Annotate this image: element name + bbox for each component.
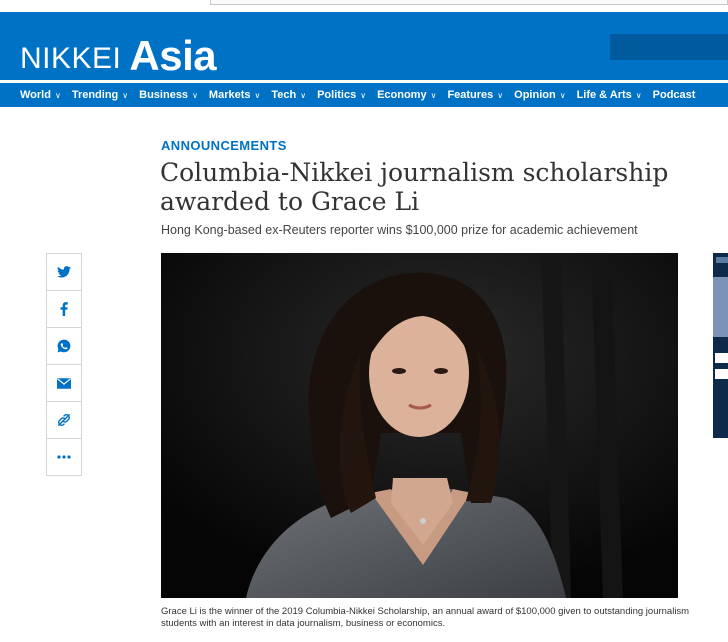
nav-item-tech[interactable]: Tech ∨	[271, 89, 306, 101]
article-subhead: Hong Kong-based ex-Reuters reporter wins…	[161, 223, 638, 237]
article-headline: Columbia-Nikkei journalism scholarship a…	[160, 158, 669, 216]
nav-item-opinion[interactable]: Opinion ∨	[514, 89, 565, 101]
site-logo[interactable]: NIKKEI Asia	[20, 30, 217, 79]
more-icon	[57, 455, 71, 459]
logo-asia: Asia	[129, 32, 217, 79]
share-whatsapp-button[interactable]	[47, 328, 81, 365]
nav-item-label: Life & Arts	[576, 89, 632, 101]
side-advertisement[interactable]	[713, 253, 728, 438]
nav-item-label: Economy	[377, 89, 427, 101]
chevron-down-icon: ∨	[192, 90, 198, 100]
share-twitter-button[interactable]	[47, 254, 81, 291]
address-bar[interactable]	[210, 0, 728, 5]
whatsapp-icon	[57, 339, 71, 353]
ad-text-block	[715, 369, 728, 379]
share-facebook-button[interactable]	[47, 291, 81, 328]
nav-list: World ∨ Trending ∨ Business ∨ Markets ∨ Tech ∨ Pol…	[0, 83, 728, 107]
main-nav: World ∨ Trending ∨ Business ∨ Markets ∨ Tech ∨ Pol…	[0, 83, 728, 107]
share-link-button[interactable]	[47, 402, 81, 439]
nav-item-features[interactable]: Features ∨	[447, 89, 503, 101]
chevron-down-icon: ∨	[300, 90, 307, 100]
nav-item-trending[interactable]: Trending ∨	[72, 89, 128, 101]
nav-item-label: Politics	[317, 89, 357, 101]
chevron-down-icon: ∨	[360, 90, 367, 100]
nav-item-label: Trending	[71, 89, 119, 101]
nav-item-politics[interactable]: Politics ∨	[317, 89, 366, 101]
chevron-down-icon: ∨	[254, 90, 261, 100]
twitter-icon	[57, 266, 71, 278]
header-search-box[interactable]	[610, 34, 728, 60]
nav-item-life-arts[interactable]: Life & Arts ∨	[577, 89, 642, 101]
nav-item-label: Features	[447, 89, 494, 101]
logo-nikkei: NIKKEI	[20, 42, 122, 75]
nav-item-world[interactable]: World ∨	[20, 89, 61, 101]
nav-item-economy[interactable]: Economy ∨	[377, 89, 436, 101]
nav-item-podcast[interactable]: Podcast	[653, 89, 696, 101]
chevron-down-icon: ∨	[54, 90, 61, 100]
share-bar	[46, 253, 82, 476]
nav-item-label: Markets	[208, 89, 251, 101]
share-email-button[interactable]	[47, 365, 81, 402]
nav-item-markets[interactable]: Markets ∨	[209, 89, 260, 101]
photo-caption: Grace Li is the winner of the 2019 Colum…	[161, 606, 690, 629]
ad-text-block	[715, 353, 728, 363]
email-icon	[57, 377, 71, 389]
chevron-down-icon: ∨	[122, 90, 129, 100]
facebook-icon	[60, 302, 68, 316]
ad-graphic	[716, 257, 728, 263]
browser-top-strip	[0, 0, 728, 12]
article-photo	[161, 253, 678, 598]
masthead: NIKKEI Asia	[0, 12, 728, 80]
chevron-down-icon: ∨	[559, 90, 566, 100]
nav-item-label: Tech	[271, 89, 297, 101]
chevron-down-icon: ∨	[635, 90, 642, 100]
nav-item-label: Opinion	[514, 89, 556, 101]
nav-item-label: Business	[139, 89, 189, 101]
chevron-down-icon: ∨	[430, 90, 437, 100]
nav-item-label: Podcast	[652, 89, 696, 101]
section-kicker[interactable]: ANNOUNCEMENTS	[161, 138, 287, 153]
share-more-button[interactable]	[47, 439, 81, 475]
chevron-down-icon: ∨	[497, 90, 504, 100]
link-icon	[57, 413, 71, 427]
ad-image	[713, 277, 728, 337]
nav-item-business[interactable]: Business ∨	[139, 89, 198, 101]
nav-item-label: World	[20, 89, 51, 101]
